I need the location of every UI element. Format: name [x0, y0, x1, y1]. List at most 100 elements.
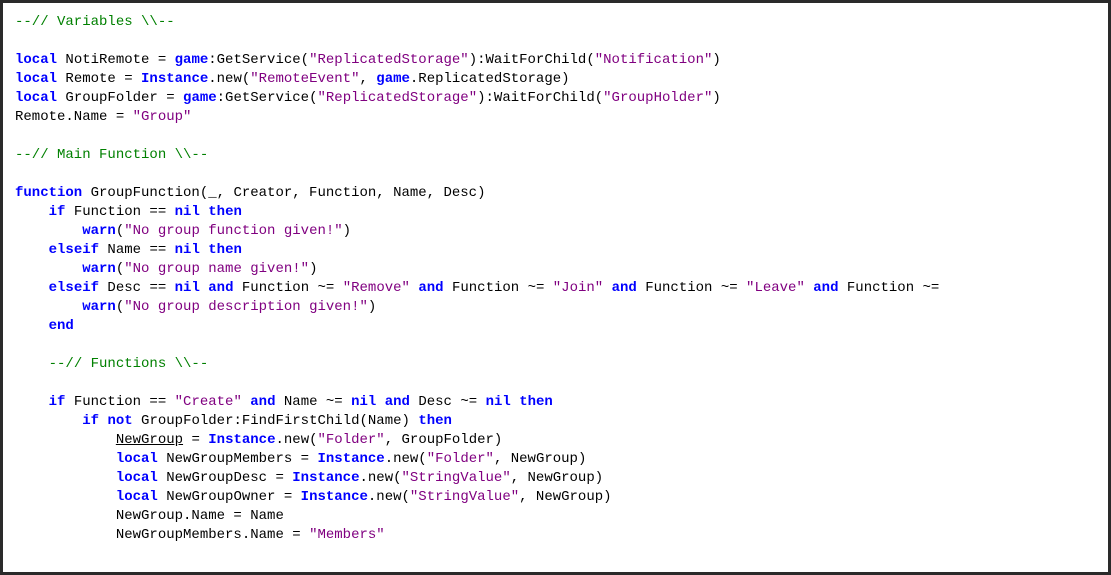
code-line[interactable]: NewGroup.Name = Name — [15, 507, 1096, 526]
code-token: Instance — [301, 489, 368, 505]
code-token: Function == — [65, 204, 174, 220]
code-token: Function ~= — [637, 280, 746, 296]
code-token — [805, 280, 813, 296]
code-token: .new( — [275, 432, 317, 448]
code-token: , NewGroup) — [511, 470, 603, 486]
code-token: ) — [368, 299, 376, 315]
code-token: :GetService( — [217, 90, 318, 106]
code-token: NewGroupMembers.Name = — [15, 527, 309, 543]
code-line[interactable]: local NotiRemote = game:GetService("Repl… — [15, 51, 1096, 70]
code-token: game — [175, 52, 209, 68]
code-token: Instance — [292, 470, 359, 486]
code-line[interactable]: local NewGroupDesc = Instance.new("Strin… — [15, 469, 1096, 488]
code-line[interactable]: local NewGroupOwner = Instance.new("Stri… — [15, 488, 1096, 507]
code-line[interactable]: local NewGroupMembers = Instance.new("Fo… — [15, 450, 1096, 469]
code-token: "Group" — [133, 109, 192, 125]
code-line[interactable]: --// Functions \\-- — [15, 355, 1096, 374]
code-token: local — [116, 470, 158, 486]
code-token: end — [49, 318, 74, 334]
code-token: "No group function given!" — [124, 223, 342, 239]
code-token: "Members" — [309, 527, 385, 543]
code-token: and — [418, 280, 443, 296]
code-token: "StringValue" — [402, 470, 511, 486]
code-token: GroupFunction(_, Creator, Function, Name… — [82, 185, 485, 201]
code-token: ( — [116, 261, 124, 277]
code-token: Remote = — [57, 71, 141, 87]
code-token: ) — [343, 223, 351, 239]
code-token: NewGroupOwner = — [158, 489, 301, 505]
code-editor-content[interactable]: --// Variables \\-- local NotiRemote = g… — [3, 3, 1108, 572]
code-token — [15, 204, 49, 220]
code-token: "RemoteEvent" — [250, 71, 359, 87]
code-token: ):WaitForChild( — [477, 90, 603, 106]
code-token: local — [15, 90, 57, 106]
code-token: .new( — [368, 489, 410, 505]
code-token: Instance — [317, 451, 384, 467]
code-token — [15, 223, 82, 239]
code-token: if — [49, 394, 66, 410]
code-token: Function ~= — [234, 280, 343, 296]
code-line[interactable] — [15, 165, 1096, 184]
code-line[interactable]: --// Variables \\-- — [15, 13, 1096, 32]
code-token — [15, 432, 116, 448]
code-token: local — [15, 71, 57, 87]
code-line[interactable]: if Function == nil then — [15, 203, 1096, 222]
code-token — [200, 204, 208, 220]
code-token: warn — [82, 299, 116, 315]
code-token: "No group name given!" — [124, 261, 309, 277]
code-token: game — [376, 71, 410, 87]
code-line[interactable]: end — [15, 317, 1096, 336]
code-token: = — [183, 432, 208, 448]
code-token: nil — [351, 394, 376, 410]
code-token: NotiRemote = — [57, 52, 175, 68]
code-line[interactable]: local GroupFolder = game:GetService("Rep… — [15, 89, 1096, 108]
code-token: nil — [175, 280, 200, 296]
code-token — [376, 394, 384, 410]
code-token: , — [359, 71, 376, 87]
code-token: nil — [175, 242, 200, 258]
code-token: Name ~= — [275, 394, 351, 410]
code-token: --// Functions \\-- — [49, 356, 209, 372]
code-token: ( — [116, 299, 124, 315]
code-token: "ReplicatedStorage" — [317, 90, 477, 106]
code-token: then — [519, 394, 553, 410]
code-token: Function ~= — [838, 280, 939, 296]
code-line[interactable]: local Remote = Instance.new("RemoteEvent… — [15, 70, 1096, 89]
code-token: GroupFolder = — [57, 90, 183, 106]
code-token — [15, 261, 82, 277]
code-line[interactable]: function GroupFunction(_, Creator, Funct… — [15, 184, 1096, 203]
code-token: .new( — [385, 451, 427, 467]
code-token: --// Main Function \\-- — [15, 147, 208, 163]
code-line[interactable]: warn("No group description given!") — [15, 298, 1096, 317]
code-editor-frame: --// Variables \\-- local NotiRemote = g… — [0, 0, 1111, 575]
code-line[interactable]: elseif Name == nil then — [15, 241, 1096, 260]
code-line[interactable]: NewGroup = Instance.new("Folder", GroupF… — [15, 431, 1096, 450]
code-token — [15, 489, 116, 505]
code-token: warn — [82, 223, 116, 239]
code-line[interactable]: if Function == "Create" and Name ~= nil … — [15, 393, 1096, 412]
code-token: function — [15, 185, 82, 201]
code-line[interactable]: elseif Desc == nil and Function ~= "Remo… — [15, 279, 1096, 298]
code-token: "GroupHolder" — [603, 90, 712, 106]
code-token — [15, 470, 116, 486]
code-line[interactable]: if not GroupFolder:FindFirstChild(Name) … — [15, 412, 1096, 431]
code-token: Desc == — [99, 280, 175, 296]
code-token: "Folder" — [318, 432, 385, 448]
code-token: and — [385, 394, 410, 410]
code-line[interactable]: Remote.Name = "Group" — [15, 108, 1096, 127]
code-line[interactable] — [15, 127, 1096, 146]
code-token: "Join" — [553, 280, 603, 296]
code-token: "Leave" — [746, 280, 805, 296]
code-token: Instance — [141, 71, 208, 87]
code-line[interactable]: warn("No group function given!") — [15, 222, 1096, 241]
code-token: NewGroupDesc = — [158, 470, 292, 486]
code-token: , NewGroup) — [494, 451, 586, 467]
code-line[interactable] — [15, 32, 1096, 51]
code-line[interactable]: warn("No group name given!") — [15, 260, 1096, 279]
code-line[interactable] — [15, 336, 1096, 355]
code-token: then — [208, 204, 242, 220]
code-line[interactable]: --// Main Function \\-- — [15, 146, 1096, 165]
code-line[interactable] — [15, 374, 1096, 393]
code-token: and — [612, 280, 637, 296]
code-line[interactable]: NewGroupMembers.Name = "Members" — [15, 526, 1096, 545]
